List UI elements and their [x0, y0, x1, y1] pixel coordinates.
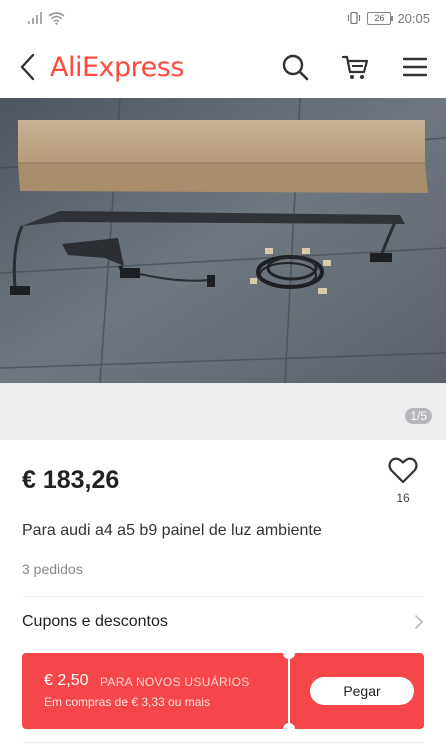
image-counter: 1/5: [405, 408, 432, 424]
app-header: AliExpress: [0, 36, 446, 98]
battery-level: 26: [374, 12, 385, 23]
coupons-label: Cupons e descontos: [22, 613, 168, 630]
wishlist-button[interactable]: 16: [384, 456, 422, 505]
heart-icon: [388, 457, 418, 484]
divider: [22, 742, 424, 743]
vibrate-icon: [348, 12, 361, 24]
coupon-amount: € 2,50: [44, 672, 89, 689]
cart-icon: [341, 55, 369, 79]
product-title: Para audi a4 a5 b9 painel de luz ambient…: [22, 522, 322, 539]
coupon-info: € 2,50 PARA NOVOS USUÁRIOS Em compras de…: [22, 653, 288, 729]
coupon-notch: [283, 647, 295, 659]
search-button[interactable]: [276, 48, 314, 86]
coupons-row[interactable]: Cupons e descontos: [22, 600, 424, 644]
product-price: € 183,26: [22, 466, 120, 494]
menu-button[interactable]: [396, 48, 434, 86]
chevron-right-icon: [415, 615, 424, 629]
product-image-gallery[interactable]: 1/5: [0, 98, 446, 440]
cellular-signal-icon: [28, 12, 42, 24]
wifi-icon: [48, 11, 65, 25]
product-photo[interactable]: [0, 98, 446, 383]
chevron-left-icon: [20, 53, 35, 81]
coupon-condition: Em compras de € 3,33 ou mais: [44, 695, 211, 709]
status-bar: 26 20:05: [0, 0, 446, 36]
coupon-action: Pegar: [290, 653, 424, 729]
divider: [22, 596, 424, 597]
status-time: 20:05: [397, 10, 430, 26]
coupon-card: € 2,50 PARA NOVOS USUÁRIOS Em compras de…: [22, 647, 424, 735]
get-coupon-button[interactable]: Pegar: [310, 677, 414, 705]
hamburger-menu-icon: [403, 57, 427, 77]
wishlist-count: 16: [396, 491, 410, 505]
status-left: [0, 11, 65, 25]
coupon-tag: PARA NOVOS USUÁRIOS: [100, 675, 250, 689]
cart-button[interactable]: [336, 48, 374, 86]
status-right: 26 20:05: [347, 11, 446, 26]
back-button[interactable]: [10, 47, 44, 87]
header-actions: [276, 48, 434, 86]
coupon-notch: [283, 723, 295, 735]
battery-icon: 26: [367, 11, 394, 25]
order-count: 3 pedidos: [22, 561, 83, 577]
aliexpress-logo[interactable]: AliExpress: [50, 52, 184, 83]
search-icon: [282, 54, 309, 81]
